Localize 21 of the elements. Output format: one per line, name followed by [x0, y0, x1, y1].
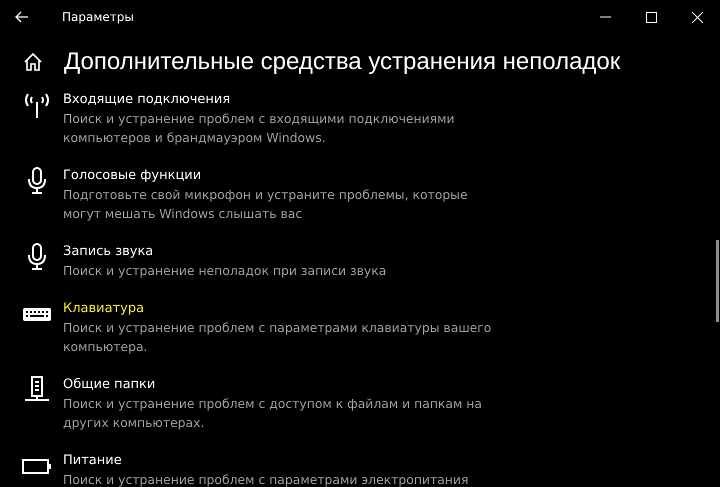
back-arrow-icon: [15, 11, 29, 23]
troubleshooter-link[interactable]: Входящие подключения: [63, 90, 230, 109]
home-button[interactable]: [22, 51, 44, 73]
troubleshooter-link[interactable]: Запись звука: [63, 242, 154, 261]
page-title: Дополнительные средства устранения неполадок: [64, 48, 620, 76]
troubleshooter-link[interactable]: Голосовые функции: [63, 166, 202, 185]
minimize-icon: [600, 16, 610, 18]
troubleshooter-description: Поиск и устранение проблем с параметрами клавиатуры вашего компьютера.: [63, 319, 492, 356]
window-title: Параметры: [62, 10, 134, 24]
scrollbar-thumb[interactable]: [716, 240, 719, 322]
troubleshooter-description: Поиск и устранение проблем с параметрами электропитания: [63, 471, 470, 487]
troubleshooter-description: Подготовьте свой микрофон и устраните проблемы, которые могут мешать Windows слышать вас: [63, 186, 469, 223]
troubleshooter-description: Поиск и устранение неполадок при записи звука: [63, 262, 388, 280]
troubleshooter-link[interactable]: Клавиатура: [63, 299, 144, 318]
troubleshooter-link[interactable]: Общие папки: [63, 375, 156, 394]
troubleshooter-description: Поиск и устранение проблем с входящими подключениями компьютеров и брандмауэром Windows.: [63, 110, 456, 147]
close-icon: [692, 12, 702, 22]
troubleshooter-link[interactable]: Питание: [63, 451, 122, 470]
maximize-icon: [646, 12, 656, 22]
home-icon: [23, 52, 43, 72]
troubleshooter-description: Поиск и устранение проблем с доступом к файлам и папкам на других компьютерах.: [63, 395, 483, 432]
